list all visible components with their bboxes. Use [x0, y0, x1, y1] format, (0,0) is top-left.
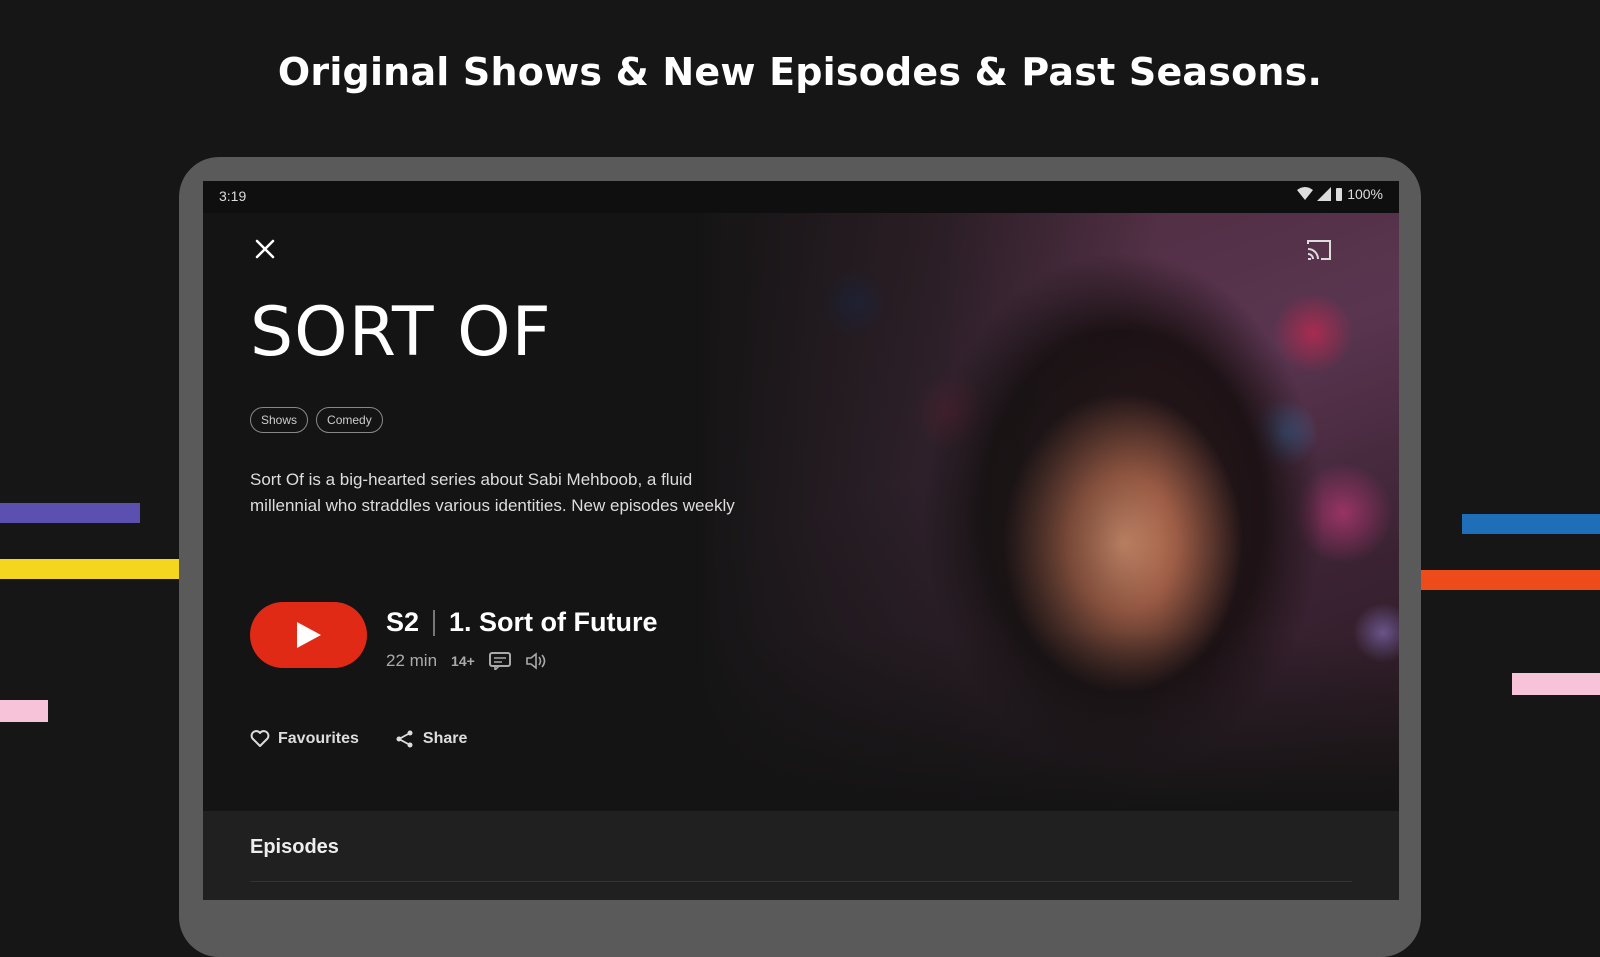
episodes-section: Episodes — [203, 811, 1399, 900]
tag-chip[interactable]: Comedy — [316, 407, 383, 433]
battery-level: 100% — [1347, 186, 1383, 202]
favourites-button[interactable]: Favourites — [250, 729, 359, 749]
decor-stripe-blue — [1462, 514, 1600, 534]
close-icon[interactable] — [251, 235, 279, 263]
episode-title: 1. Sort of Future — [449, 607, 658, 637]
episode-heading: S2 1. Sort of Future — [386, 607, 658, 638]
decor-stripe-pink-left — [0, 700, 48, 722]
wifi-icon — [1297, 187, 1314, 200]
share-button[interactable]: Share — [395, 729, 467, 749]
episodes-heading: Episodes — [250, 836, 339, 858]
episode-meta: 22 min 14+ — [386, 651, 547, 671]
status-bar: 3:19 100% — [203, 181, 1399, 213]
audio-description-icon — [525, 652, 546, 670]
signal-icon — [1317, 187, 1332, 201]
genre-tags: Shows Comedy — [250, 407, 383, 433]
app-screen: 3:19 100% SORT OF Shows Comedy Sort Of i… — [203, 181, 1399, 900]
decor-stripe-purple — [0, 503, 140, 523]
share-icon — [396, 730, 413, 748]
heart-icon — [250, 730, 270, 747]
decor-stripe-pink-right — [1512, 673, 1600, 695]
play-icon — [297, 622, 321, 648]
battery-icon — [1336, 188, 1343, 201]
decor-stripe-orange — [1420, 570, 1600, 590]
show-actions: Favourites Share — [250, 729, 467, 749]
promo-headline: Original Shows & New Episodes & Past Sea… — [277, 50, 1323, 94]
status-icons: 100% — [1297, 186, 1383, 202]
content-rating: 14+ — [451, 653, 475, 669]
favourites-label: Favourites — [278, 730, 359, 747]
play-button[interactable] — [250, 602, 367, 668]
share-label: Share — [422, 730, 468, 747]
show-description: Sort Of is a big-hearted series about Sa… — [250, 470, 735, 515]
cast-icon[interactable] — [1305, 237, 1333, 263]
season-label: S2 — [386, 607, 420, 637]
show-title: SORT OF — [250, 293, 552, 372]
show-hero: SORT OF Shows Comedy Sort Of is a big-he… — [203, 213, 1399, 811]
divider — [433, 609, 436, 636]
captions-icon — [488, 652, 511, 670]
status-time: 3:19 — [219, 188, 247, 204]
tag-chip[interactable]: Shows — [250, 407, 309, 433]
episode-duration: 22 min — [386, 651, 438, 670]
decor-stripe-yellow — [0, 559, 180, 579]
divider — [250, 881, 1352, 882]
